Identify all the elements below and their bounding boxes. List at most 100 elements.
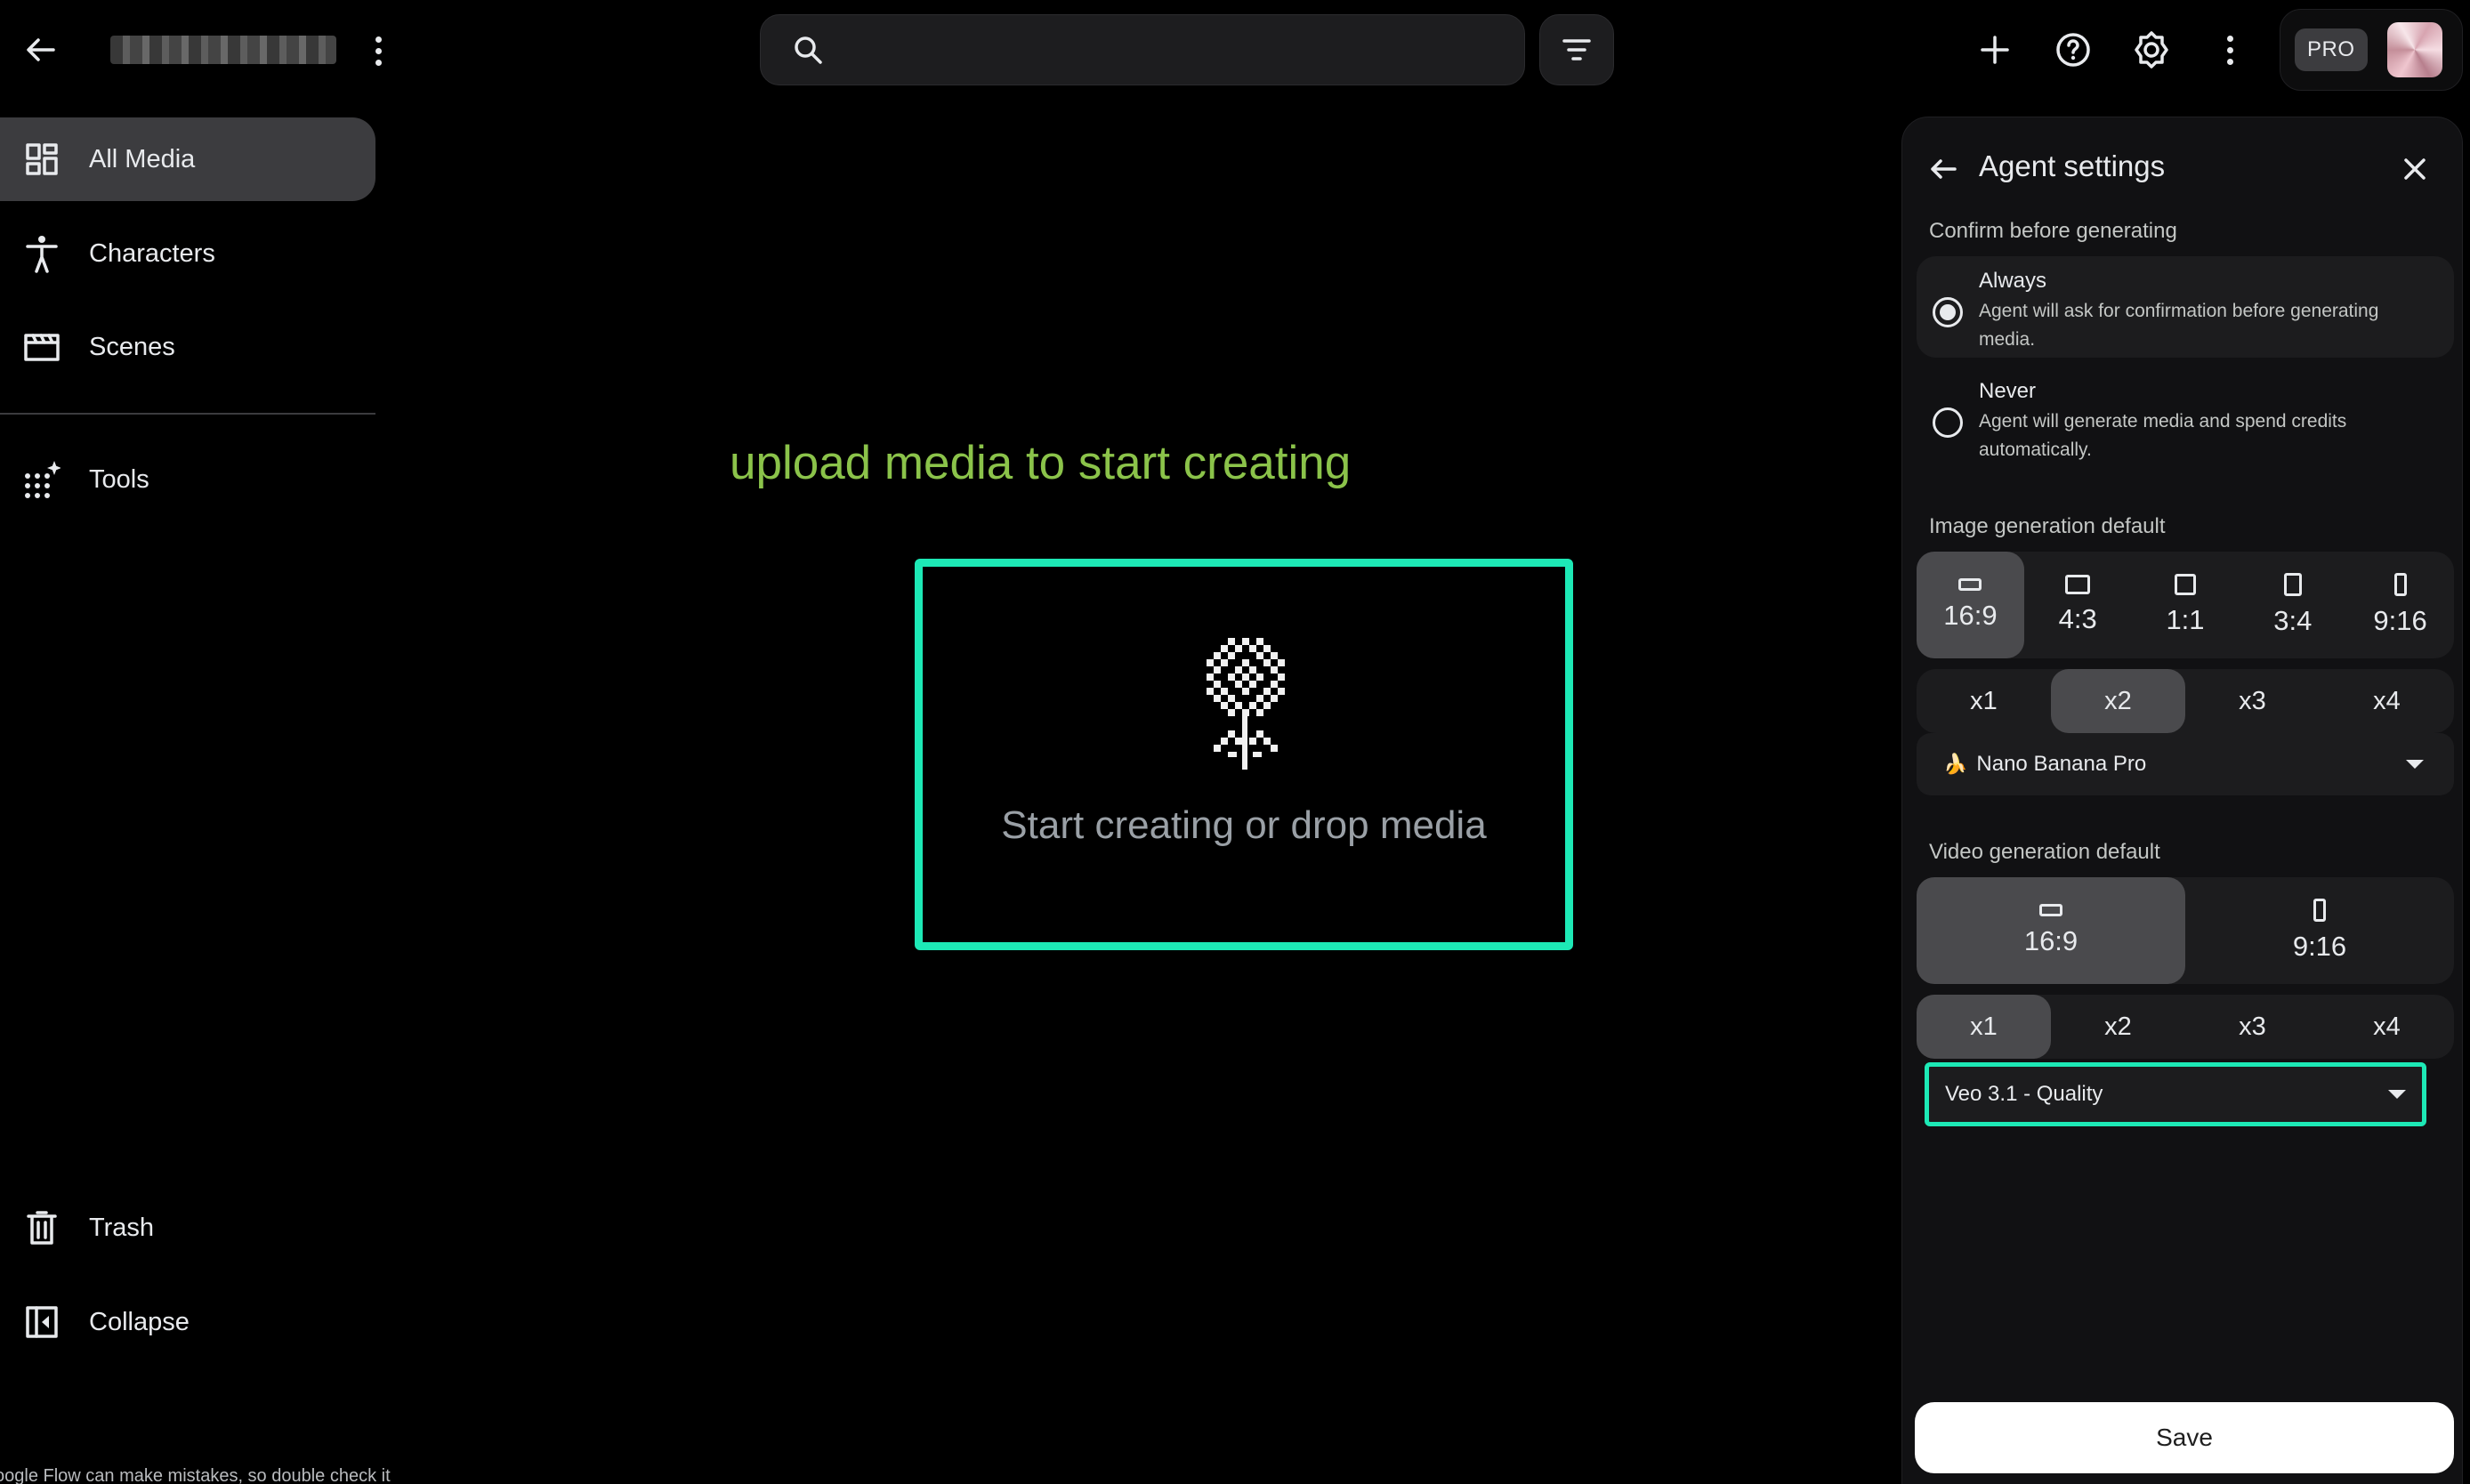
sparkle-grid-icon bbox=[23, 461, 61, 498]
video-generation-label: Video generation default bbox=[1929, 840, 2160, 864]
save-button[interactable]: Save bbox=[1915, 1402, 2454, 1473]
image-aspect-ratio-group: 16:9 4:3 1:1 3:4 9:16 bbox=[1917, 552, 2454, 658]
image-ratio-3-4[interactable]: 3:4 bbox=[2239, 552, 2346, 658]
grid-icon bbox=[23, 141, 61, 178]
more-options-button[interactable] bbox=[2212, 25, 2248, 75]
project-more-button[interactable] bbox=[363, 30, 393, 71]
dropdown-arrow-icon bbox=[2388, 1090, 2406, 1099]
image-ratio-4-3[interactable]: 4:3 bbox=[2024, 552, 2132, 658]
add-icon bbox=[1981, 36, 2009, 64]
avatar[interactable] bbox=[2386, 22, 2442, 77]
ratio-label: 3:4 bbox=[2273, 605, 2313, 636]
landscape-ratio-icon bbox=[1958, 578, 1982, 591]
image-ratio-16-9[interactable]: 16:9 bbox=[1917, 552, 2024, 658]
sidebar-item-characters[interactable]: Characters bbox=[0, 212, 375, 295]
video-model-select[interactable]: Veo 3.1 - Quality bbox=[1925, 1062, 2426, 1126]
sidebar-item-collapse[interactable]: Collapse bbox=[0, 1280, 375, 1364]
flower-icon bbox=[1207, 638, 1285, 770]
sidebar-item-label: Trash bbox=[89, 1213, 155, 1242]
image-count-x2[interactable]: x2 bbox=[2051, 669, 2185, 733]
help-icon bbox=[2056, 33, 2090, 67]
sidebar-item-label: Tools bbox=[89, 464, 149, 494]
radio-description: Agent will generate media and spend cred… bbox=[1979, 411, 2347, 460]
account-chip[interactable]: PRO bbox=[2280, 9, 2463, 91]
landscape-ratio-icon bbox=[2039, 904, 2062, 916]
radio-button-checked[interactable] bbox=[1933, 297, 1963, 327]
image-ratio-9-16[interactable]: 9:16 bbox=[2346, 552, 2454, 658]
sidebar-item-tools[interactable]: Tools bbox=[0, 438, 375, 521]
drop-zone-label: Start creating or drop media bbox=[1001, 803, 1487, 847]
portrait-ratio-icon bbox=[2393, 573, 2407, 596]
search-input[interactable] bbox=[844, 36, 1521, 64]
sidebar-item-all-media[interactable]: All Media bbox=[0, 117, 375, 201]
video-count-x4[interactable]: x4 bbox=[2320, 995, 2454, 1059]
collapse-icon bbox=[23, 1303, 61, 1341]
video-count-x3[interactable]: x3 bbox=[2185, 995, 2320, 1059]
ratio-label: 16:9 bbox=[2023, 925, 2079, 956]
trash-icon bbox=[23, 1209, 61, 1246]
video-aspect-ratio-group: 16:9 9:16 bbox=[1917, 877, 2454, 984]
help-button[interactable] bbox=[2048, 25, 2098, 75]
search-icon bbox=[795, 36, 822, 64]
ratio-label: 1:1 bbox=[2166, 604, 2205, 635]
image-count-x1[interactable]: x1 bbox=[1917, 669, 2051, 733]
video-count-x1[interactable]: x1 bbox=[1917, 995, 2051, 1059]
image-model-select[interactable]: 🍌 Nano Banana Pro bbox=[1917, 733, 2454, 795]
settings-icon bbox=[2135, 31, 2168, 69]
sidebar-item-label: All Media bbox=[89, 144, 196, 173]
image-generation-label: Image generation default bbox=[1929, 514, 2166, 538]
radio-title: Always bbox=[1979, 269, 2047, 293]
settings-button[interactable] bbox=[2127, 25, 2176, 75]
panel-close-button[interactable] bbox=[2393, 148, 2436, 190]
filter-button[interactable] bbox=[1539, 14, 1614, 85]
radio-description: Agent will ask for confirmation before g… bbox=[1979, 301, 2379, 350]
more-vert-icon bbox=[2226, 35, 2233, 65]
sidebar-item-label: Collapse bbox=[89, 1307, 190, 1336]
panel-title: Agent settings bbox=[1979, 149, 2166, 182]
arrow-back-icon bbox=[1931, 159, 1957, 179]
close-icon bbox=[2404, 158, 2426, 180]
sidebar-item-label: Scenes bbox=[89, 332, 175, 361]
radio-option-always[interactable]: Always Agent will ask for confirmation b… bbox=[1917, 256, 2454, 358]
image-ratio-1-1[interactable]: 1:1 bbox=[2132, 552, 2240, 658]
dropdown-arrow-icon bbox=[2406, 760, 2424, 769]
upload-hint-text: upload media to start creating bbox=[730, 437, 1352, 489]
sidebar-divider bbox=[0, 413, 375, 415]
ratio-label: 9:16 bbox=[2373, 605, 2427, 636]
sidebar-item-label: Characters bbox=[89, 238, 215, 268]
image-count-x3[interactable]: x3 bbox=[2185, 669, 2320, 733]
video-ratio-16-9[interactable]: 16:9 bbox=[1917, 877, 2185, 984]
filter-icon bbox=[1562, 39, 1591, 60]
radio-title: Never bbox=[1979, 379, 2037, 403]
add-button[interactable] bbox=[1970, 25, 2020, 75]
video-model-value: Veo 3.1 - Quality bbox=[1945, 1082, 2103, 1106]
panel-back-button[interactable] bbox=[1922, 148, 1965, 190]
ratio-label: 9:16 bbox=[2292, 931, 2347, 962]
confirm-section-label: Confirm before generating bbox=[1929, 219, 2177, 243]
disclaimer-text: oogle Flow can make mistakes, so double … bbox=[0, 1466, 391, 1484]
banana-icon: 🍌 bbox=[1943, 753, 1968, 775]
video-count-x2[interactable]: x2 bbox=[2051, 995, 2185, 1059]
clapperboard-icon bbox=[23, 328, 61, 366]
portrait-ratio-icon bbox=[2313, 899, 2326, 922]
radio-option-never[interactable]: Never Agent will generate media and spen… bbox=[1917, 367, 2454, 468]
search-bar[interactable] bbox=[760, 14, 1525, 85]
radio-button-unchecked[interactable] bbox=[1933, 407, 1963, 438]
arrow-back-icon bbox=[27, 38, 55, 61]
more-vert-icon bbox=[375, 36, 382, 66]
video-count-group: x1 x2 x3 x4 bbox=[1917, 995, 2454, 1059]
ratio-label: 4:3 bbox=[2058, 603, 2097, 634]
person-icon bbox=[23, 235, 61, 273]
image-model-value: Nano Banana Pro bbox=[1976, 752, 2147, 776]
sidebar-item-trash[interactable]: Trash bbox=[0, 1186, 375, 1270]
media-drop-zone[interactable]: Start creating or drop media bbox=[915, 559, 1573, 950]
video-ratio-9-16[interactable]: 9:16 bbox=[2185, 877, 2454, 984]
sidebar-item-scenes[interactable]: Scenes bbox=[0, 305, 375, 389]
back-button[interactable] bbox=[16, 28, 66, 71]
ratio-label: 16:9 bbox=[1943, 600, 1998, 631]
image-count-group: x1 x2 x3 x4 bbox=[1917, 669, 2454, 733]
project-title-redacted[interactable] bbox=[110, 36, 336, 64]
image-count-x4[interactable]: x4 bbox=[2320, 669, 2454, 733]
pro-badge: PRO bbox=[2295, 28, 2368, 71]
ratio-4-3-icon bbox=[2065, 575, 2091, 594]
